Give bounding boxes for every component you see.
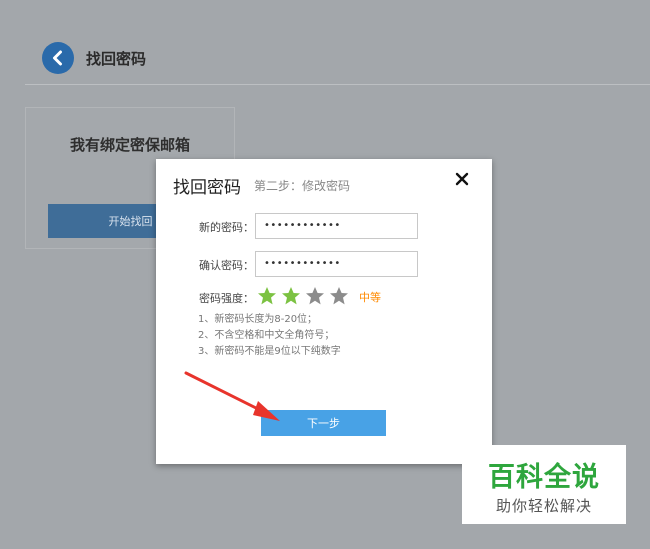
- new-password-label: 新的密码：: [199, 221, 254, 234]
- star-filled-icon: [258, 287, 276, 305]
- page-title: 找回密码: [86, 50, 147, 68]
- password-rules: 1、新密码长度为8-20位； 2、不含空格和中文全角符号； 3、新密码不能是9位…: [198, 312, 341, 360]
- star-filled-icon: [282, 287, 300, 305]
- header-divider: [25, 84, 650, 85]
- star-empty-icon: [306, 287, 324, 305]
- dialog-step-subtitle: 第二步：修改密码: [254, 179, 351, 193]
- new-password-field[interactable]: ••••••••••••: [255, 213, 418, 239]
- confirm-password-field[interactable]: ••••••••••••: [255, 251, 418, 277]
- close-icon: [455, 172, 469, 186]
- red-arrow-annotation: [184, 371, 280, 421]
- password-rule: 3、新密码不能是9位以下纯数字: [198, 346, 341, 357]
- star-empty-icon: [330, 287, 348, 305]
- password-strength-meter: [257, 286, 349, 306]
- back-button[interactable]: [42, 42, 74, 74]
- watermark-subtitle: 助你轻松解决: [495, 497, 592, 515]
- watermark-logo: 百科全说 助你轻松解决: [462, 445, 626, 524]
- password-rule: 2、不含空格和中文全角符号；: [198, 330, 335, 341]
- watermark-title: 百科全说: [488, 462, 600, 493]
- page-header: 找回密码: [0, 0, 650, 85]
- chevron-left-icon: [53, 50, 62, 66]
- password-rule: 1、新密码长度为8-20位；: [198, 314, 318, 325]
- close-button[interactable]: [452, 169, 472, 189]
- dialog-title: 找回密码: [173, 178, 241, 198]
- confirm-password-label: 确认密码：: [199, 259, 254, 272]
- password-strength-text: 中等: [359, 291, 381, 304]
- password-strength-label: 密码强度：: [199, 292, 254, 305]
- recovery-option-title: 我有绑定密保邮箱: [69, 136, 190, 154]
